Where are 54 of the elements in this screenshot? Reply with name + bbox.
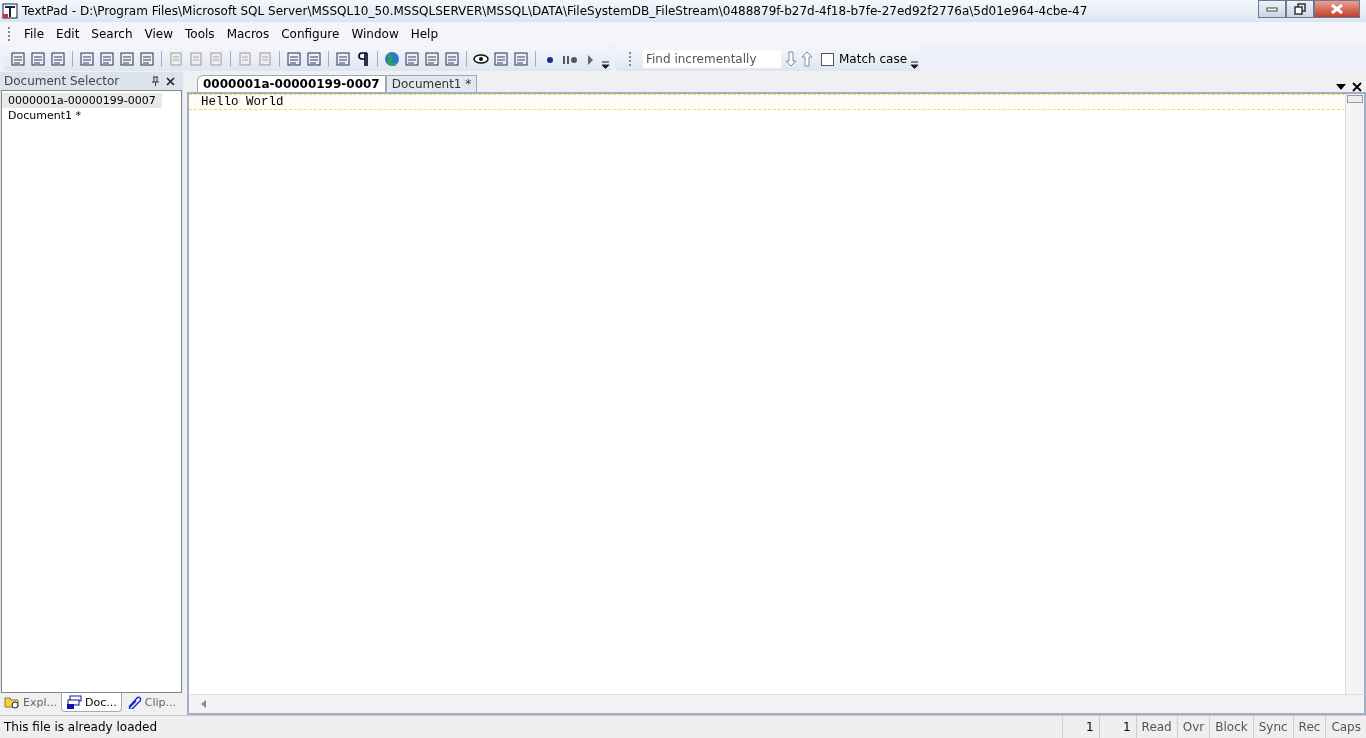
document-tab[interactable]: 0000001a-00000199-0007 — [197, 75, 386, 92]
panel-title: Document Selector — [4, 74, 120, 88]
close-icon — [1331, 4, 1343, 14]
app-icon — [2, 3, 18, 19]
document-tab[interactable]: Document1 * — [385, 75, 478, 92]
panel-tab[interactable]: Doc... — [61, 693, 122, 712]
close-button[interactable] — [1314, 0, 1360, 18]
close-icon[interactable] — [166, 76, 175, 86]
find-field[interactable]: Find incrementally — [643, 50, 781, 68]
documents-icon — [66, 695, 82, 709]
match-case-checkbox[interactable] — [821, 52, 834, 66]
arrow-down-icon[interactable] — [785, 51, 797, 67]
restore-icon — [1294, 3, 1306, 15]
dropdown-icon[interactable] — [1336, 84, 1346, 90]
close-icon[interactable] — [1352, 82, 1362, 92]
folder-search-icon — [4, 695, 20, 709]
pin-icon[interactable] — [151, 76, 160, 86]
panel-tab[interactable]: Clip... — [121, 693, 180, 711]
globe-icon[interactable] — [384, 51, 400, 67]
status-pane: Block — [1209, 716, 1253, 738]
menu-item[interactable]: Window — [345, 27, 405, 41]
menu-item[interactable]: Help — [404, 27, 445, 41]
arrow-up-icon[interactable] — [801, 51, 813, 67]
status-pane: 1 — [1061, 716, 1099, 738]
menu-item[interactable]: Edit — [50, 27, 86, 41]
minimize-button[interactable] — [1258, 0, 1286, 18]
pilcrow-icon[interactable] — [355, 51, 371, 67]
maximize-button[interactable] — [1286, 0, 1314, 18]
document-item[interactable]: 0000001a-00000199-0007 — [2, 93, 162, 108]
status-pane: Caps — [1325, 716, 1366, 738]
scroll-left-icon[interactable] — [201, 700, 207, 708]
status-message: This file is already loaded — [3, 720, 159, 734]
status-pane: Read — [1135, 716, 1177, 738]
status-pane: Ovr — [1176, 716, 1210, 738]
vertical-scrollbar[interactable] — [1345, 94, 1364, 694]
menu-item[interactable]: Search — [85, 27, 139, 41]
minimize-icon — [1266, 6, 1278, 12]
menu-item[interactable]: Configure — [275, 27, 346, 41]
status-pane: Rec — [1292, 716, 1326, 738]
toolbar-options-icon[interactable] — [602, 61, 609, 69]
menu-item[interactable]: Tools — [179, 27, 221, 41]
menu-item[interactable]: Macros — [220, 27, 276, 41]
menu-item[interactable]: View — [138, 27, 180, 41]
status-pane: 1 — [1098, 716, 1136, 738]
match-case-label: Match case — [839, 52, 907, 66]
panel-tab[interactable]: Expl... — [0, 693, 61, 711]
eye-icon[interactable] — [473, 51, 489, 67]
editor-area[interactable]: Hello World — [187, 92, 1366, 694]
status-pane: Sync — [1252, 716, 1293, 738]
window-title: TextPad - D:\Program Files\Microsoft SQL Server\MSSQL10_50.MSSQLSERVER\MSSQL\DATA\FileSystemDB_FileStream\0488879f-b27d-4f18-b7fe-27ed92f2776a\5d01e964-4cbe-47 — [22, 4, 1089, 18]
horizontal-scrollbar[interactable] — [187, 694, 1366, 715]
menu-item[interactable]: File — [18, 27, 51, 41]
document-item[interactable]: Document1 * — [2, 108, 87, 123]
toolbar-options-icon[interactable] — [911, 61, 918, 69]
